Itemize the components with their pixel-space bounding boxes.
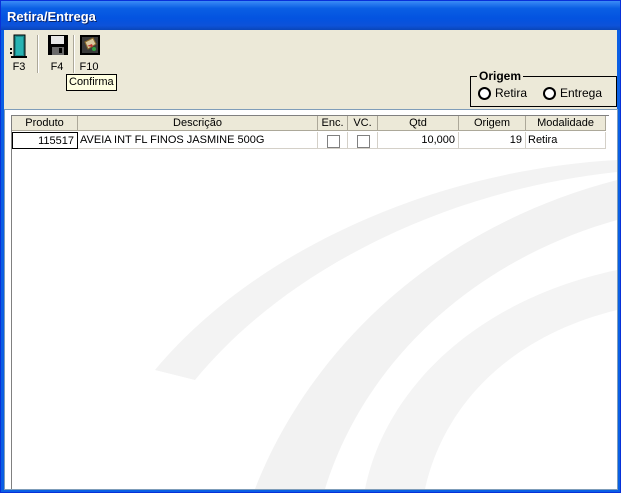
door-exit-icon	[10, 34, 27, 58]
confirm-icon	[80, 35, 100, 55]
column-header-qtd[interactable]: Qtd	[378, 116, 459, 131]
column-header-modalidade[interactable]: Modalidade	[526, 116, 606, 131]
grid-panel: Produto Descrição Enc. VC. Qtd Origem Mo…	[4, 109, 618, 490]
cell-qtd[interactable]: 10,000	[378, 132, 459, 149]
column-header-origem[interactable]: Origem	[459, 116, 526, 131]
exit-button-key: F3	[12, 61, 26, 73]
vc-checkbox[interactable]	[357, 135, 370, 148]
cell-vc[interactable]	[348, 132, 378, 149]
column-header-vc[interactable]: VC.	[348, 116, 378, 131]
origem-title: Origem	[477, 69, 524, 83]
radio-retira-label: Retira	[495, 86, 528, 100]
cell-descricao[interactable]: AVEIA INT FL FINOS JASMINE 500G	[78, 132, 318, 149]
confirm-button[interactable]: F10	[74, 34, 104, 74]
radio-entrega-label: Entrega	[560, 86, 603, 100]
items-table[interactable]: Produto Descrição Enc. VC. Qtd Origem Mo…	[11, 115, 609, 489]
cell-modalidade[interactable]: Retira	[526, 132, 606, 149]
floppy-save-icon	[48, 35, 68, 55]
radio-circle	[543, 86, 556, 100]
cell-enc[interactable]	[318, 132, 348, 149]
cell-produto[interactable]: 115517	[12, 132, 78, 149]
save-button[interactable]: F4	[42, 34, 72, 74]
radio-circle	[478, 86, 491, 100]
radio-entrega[interactable]: Entrega	[543, 86, 602, 100]
confirm-button-key: F10	[79, 61, 99, 73]
confirm-tooltip: Confirma	[66, 74, 117, 91]
title-bar[interactable]: Retira/Entrega	[1, 1, 620, 30]
window-title: Retira/Entrega	[7, 9, 96, 24]
column-header-descricao[interactable]: Descrição	[78, 116, 318, 131]
retira-entrega-window: Retira/Entrega F3 F4 F10 Confirma Origem…	[0, 0, 621, 493]
cell-origem[interactable]: 19	[459, 132, 526, 149]
column-header-produto[interactable]: Produto	[12, 116, 78, 131]
origem-groupbox: Origem Retira Entrega	[470, 69, 617, 107]
radio-retira[interactable]: Retira	[478, 86, 527, 100]
toolbar-separator	[37, 35, 39, 73]
save-button-key: F4	[50, 61, 64, 73]
column-header-enc[interactable]: Enc.	[318, 116, 348, 131]
exit-button[interactable]: F3	[4, 34, 34, 74]
enc-checkbox[interactable]	[327, 135, 340, 148]
